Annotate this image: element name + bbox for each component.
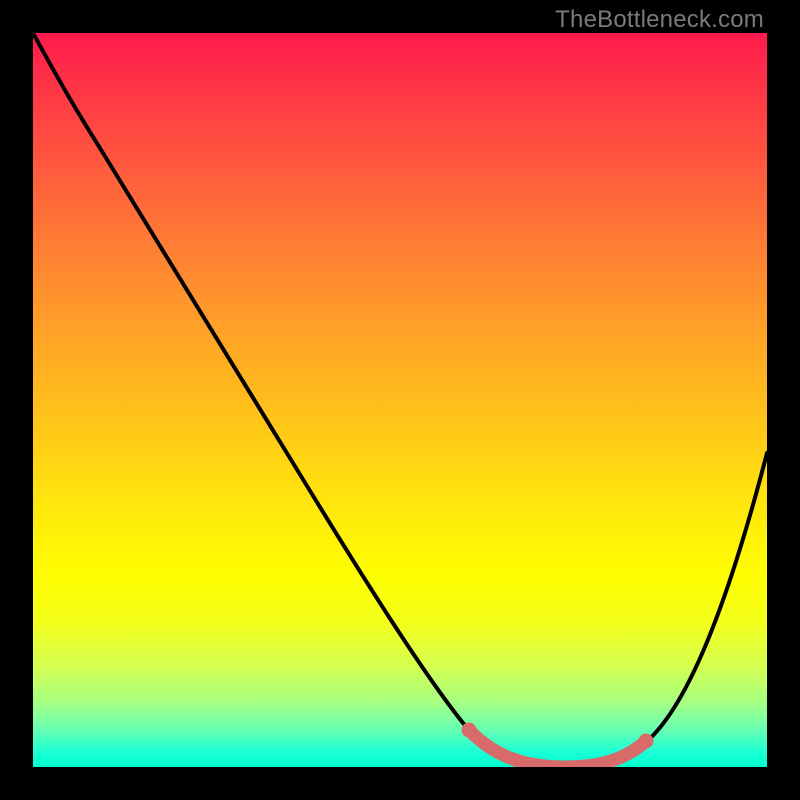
bottleneck-curve-line xyxy=(33,33,767,767)
chart-svg xyxy=(33,33,767,767)
highlight-dot-left xyxy=(462,723,477,738)
chart-frame: TheBottleneck.com xyxy=(0,0,800,800)
chart-plot-area xyxy=(33,33,767,767)
highlight-dot-right xyxy=(639,734,654,749)
watermark-text: TheBottleneck.com xyxy=(555,6,764,34)
highlight-segment xyxy=(469,730,646,767)
